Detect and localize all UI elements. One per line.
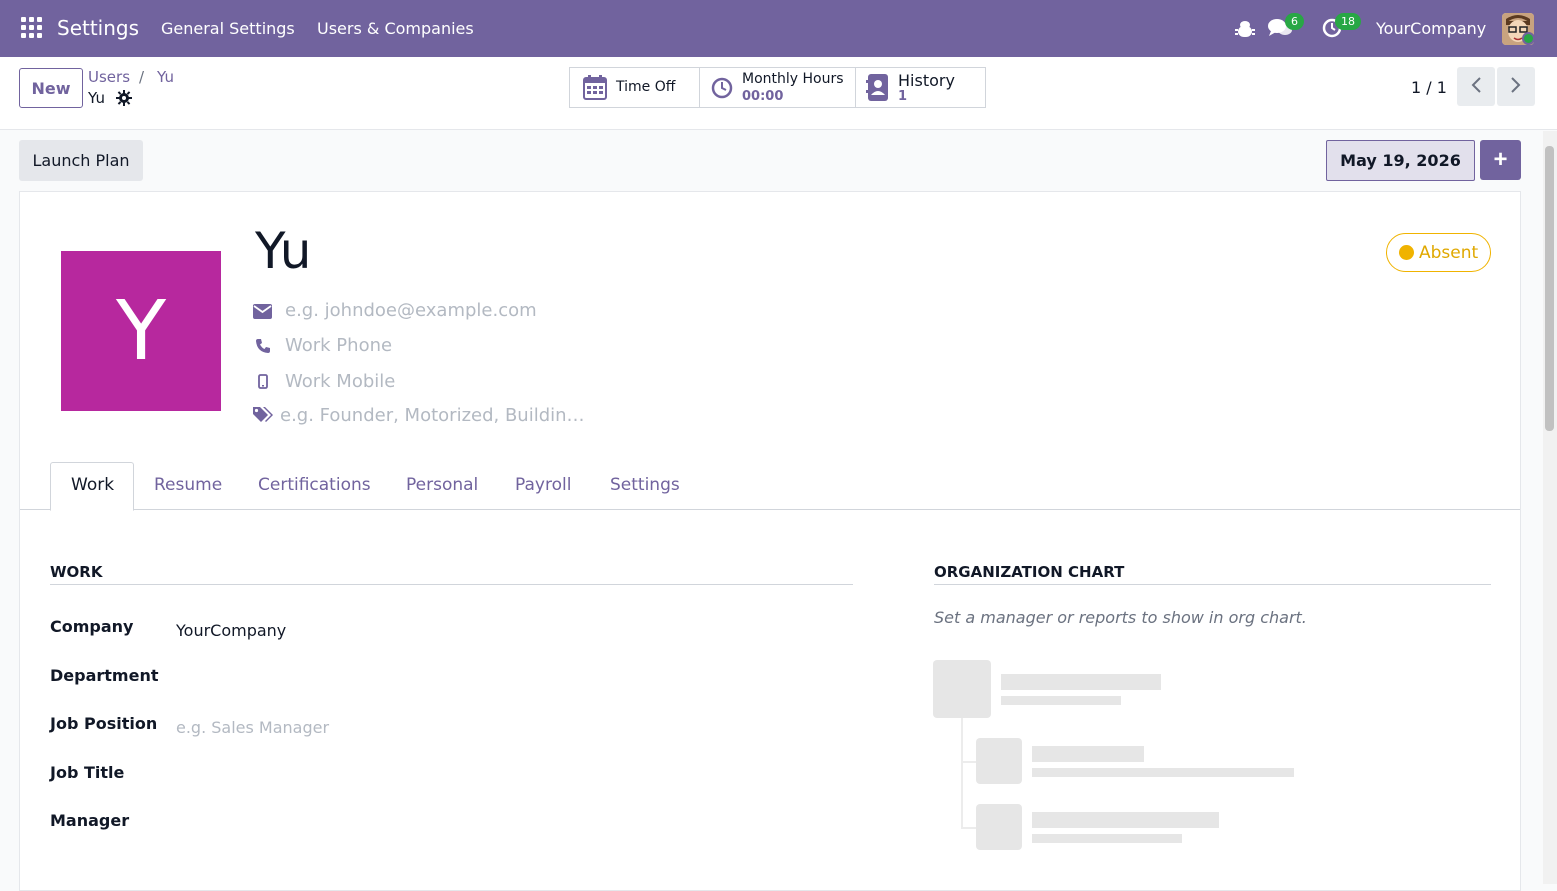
company-label: Company — [50, 617, 134, 636]
work-mobile-input[interactable]: Work Mobile — [285, 371, 395, 392]
new-button[interactable]: New — [19, 68, 83, 108]
employee-name-field[interactable]: Yu — [255, 222, 312, 280]
skeleton-connector — [961, 827, 976, 829]
monthly-hours-stat-button[interactable]: Monthly Hours 00:00 — [699, 67, 856, 108]
skeleton-connector — [961, 718, 963, 828]
phone-icon — [256, 339, 270, 353]
history-value: 1 — [898, 89, 908, 104]
job-title-label: Job Title — [50, 763, 125, 782]
chevron-right-icon — [1511, 77, 1521, 93]
calendar-icon — [583, 75, 607, 100]
skeleton-line — [1032, 746, 1144, 762]
bug-icon[interactable] — [1235, 18, 1255, 40]
mobile-icon — [258, 374, 268, 389]
breadcrumb-yu[interactable]: Yu — [157, 68, 174, 86]
skeleton-avatar — [933, 660, 991, 718]
skeleton-line — [1001, 674, 1161, 690]
org-chart-title: ORGANIZATION CHART — [934, 563, 1125, 581]
org-chart-help: Set a manager or reports to show in org … — [934, 608, 1307, 627]
job-position-field[interactable]: e.g. Sales Manager — [176, 718, 329, 737]
tab-resume[interactable]: Resume — [154, 475, 222, 495]
skeleton-line — [1032, 768, 1294, 777]
tab-payroll[interactable]: Payroll — [515, 475, 571, 495]
time-off-stat-button[interactable]: Time Off — [569, 67, 700, 108]
history-stat-button[interactable]: History 1 — [855, 67, 986, 108]
page-scrollbar-thumb[interactable] — [1545, 146, 1554, 431]
skeleton-avatar — [976, 804, 1022, 850]
control-panel: New Users / Yu Yu Time Off Monthly Hours… — [0, 57, 1557, 130]
gear-icon[interactable] — [116, 90, 132, 106]
breadcrumb-current: Yu — [88, 89, 105, 107]
date-picker[interactable]: May 19, 2026 — [1326, 140, 1475, 181]
tab-work[interactable]: Work — [71, 475, 114, 495]
skeleton-avatar — [976, 738, 1022, 784]
job-title-field[interactable] — [176, 763, 826, 787]
menu-users-companies[interactable]: Users & Companies — [317, 19, 474, 38]
department-field[interactable] — [176, 666, 826, 690]
presence-status-badge: Absent — [1386, 233, 1491, 272]
pager-next-button[interactable] — [1497, 67, 1535, 106]
apps-grid-icon[interactable] — [21, 17, 42, 38]
envelope-icon — [253, 304, 272, 319]
launch-plan-button[interactable]: Launch Plan — [19, 140, 143, 181]
skeleton-line — [1001, 696, 1121, 705]
activity-count-badge: 18 — [1335, 13, 1361, 30]
work-phone-input[interactable]: Work Phone — [285, 335, 392, 356]
chevron-left-icon — [1471, 77, 1481, 93]
clock-icon — [711, 77, 733, 99]
time-off-label: Time Off — [616, 79, 676, 95]
tab-settings[interactable]: Settings — [610, 475, 680, 495]
skeleton-line — [1032, 834, 1182, 843]
online-status-dot — [1522, 32, 1535, 45]
pager-previous-button[interactable] — [1457, 67, 1495, 106]
pager-value[interactable]: 1 / 1 — [1411, 78, 1447, 97]
monthly-hours-value: 00:00 — [742, 89, 784, 104]
tab-personal[interactable]: Personal — [406, 475, 478, 495]
chat-count-badge: 6 — [1285, 13, 1304, 30]
top-navbar: Settings General Settings Users & Compan… — [0, 0, 1557, 57]
org-chart-divider — [934, 584, 1491, 585]
company-switcher[interactable]: YourCompany — [1376, 19, 1486, 38]
department-label: Department — [50, 666, 159, 685]
history-label: History — [898, 71, 955, 90]
breadcrumb-users[interactable]: Users — [88, 68, 130, 86]
app-brand[interactable]: Settings — [57, 16, 139, 40]
form-tabs: Work Resume Certifications Personal Payr… — [20, 462, 1520, 511]
job-position-label: Job Position — [50, 714, 158, 733]
email-input[interactable]: e.g. johndoe@example.com — [285, 300, 537, 321]
absent-dot-icon — [1399, 245, 1414, 260]
skeleton-connector — [961, 761, 976, 763]
work-section-title: WORK — [50, 563, 103, 581]
monthly-hours-label: Monthly Hours — [742, 71, 844, 87]
add-button[interactable]: + — [1480, 140, 1521, 180]
tags-input[interactable]: e.g. Founder, Motorized, Buildin… — [280, 405, 585, 426]
company-field[interactable]: YourCompany — [176, 621, 286, 640]
employee-avatar[interactable]: Y — [61, 251, 221, 411]
presence-status-label: Absent — [1419, 242, 1479, 263]
employee-form-sheet: Y Yu e.g. johndoe@example.com Work Phone… — [19, 191, 1521, 891]
breadcrumb-separator: / — [139, 68, 145, 86]
tab-certifications[interactable]: Certifications — [258, 475, 371, 495]
manager-field[interactable] — [176, 811, 826, 835]
address-book-icon — [866, 74, 888, 101]
skeleton-line — [1032, 812, 1219, 828]
manager-label: Manager — [50, 811, 130, 830]
menu-general-settings[interactable]: General Settings — [161, 19, 295, 38]
work-section-divider — [50, 584, 853, 585]
tags-icon — [253, 407, 273, 422]
